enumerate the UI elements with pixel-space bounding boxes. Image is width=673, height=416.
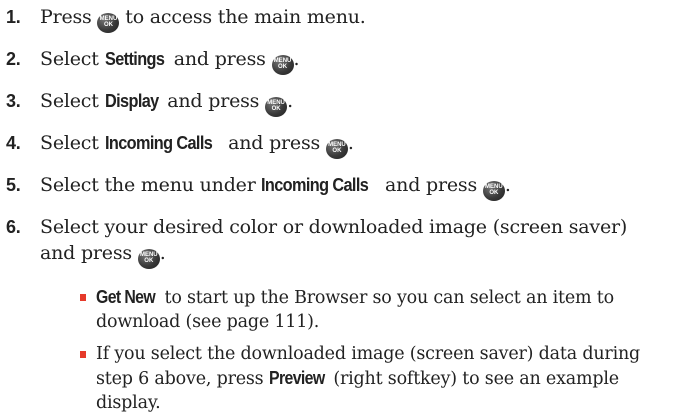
step-text: Press MENU OK to access the main menu. xyxy=(40,4,660,33)
step-text-post: . xyxy=(504,174,511,196)
bullet-text-body: to start up the Browser so you can selec… xyxy=(96,288,614,332)
menu-option-incoming-calls: Incoming Calls xyxy=(261,174,369,195)
step-number: 6. xyxy=(6,217,21,237)
bullet-text: If you select the downloaded image (scre… xyxy=(96,342,662,415)
softkey-preview: Preview xyxy=(268,368,325,388)
step-text: Select the menu under Incoming Calls and… xyxy=(40,172,660,201)
bullet-text: Get New to start up the Browser so you c… xyxy=(96,285,662,334)
menu-ok-key-icon: MENU OK xyxy=(97,12,120,33)
step-text: Select Incoming Calls and press MENU OK. xyxy=(40,130,660,159)
step-text-post: to access the main menu. xyxy=(119,6,366,28)
step-text-post: . xyxy=(287,90,293,112)
step-number: 1. xyxy=(6,7,21,27)
step-text: Select Settings and press MENU OK. xyxy=(40,46,660,75)
step-text-mid: and press xyxy=(161,90,266,112)
menu-ok-key-icon: MENU OK xyxy=(325,138,348,159)
menu-option-display: Display xyxy=(104,90,159,111)
menu-option-incoming-calls: Incoming Calls xyxy=(104,132,213,153)
step-text-pre: Press xyxy=(40,6,98,28)
step-text-line1: Select your desired color or downloaded … xyxy=(40,216,628,238)
step-text-mid: and press xyxy=(379,174,483,196)
step-text: Select Display and press MENU OK. xyxy=(40,88,660,117)
step-text-post: . xyxy=(293,48,300,70)
menu-ok-key-icon: MENU OK xyxy=(271,54,294,75)
step-number: 3. xyxy=(6,91,21,111)
step-text-mid: and press xyxy=(167,48,272,70)
step-number: 4. xyxy=(6,133,21,153)
instruction-page: 1. Press MENU OK to access the main menu.… xyxy=(0,0,673,416)
menu-ok-key-icon: MENU OK xyxy=(265,96,288,117)
menu-option-get-new: Get New xyxy=(96,287,156,307)
step-number: 2. xyxy=(6,49,21,69)
step-text: Select your desired color or downloaded … xyxy=(40,214,660,269)
step-text-pre: Select xyxy=(40,132,105,154)
step-text-pre: Select xyxy=(40,90,105,112)
step-text-post: . xyxy=(347,132,354,154)
step-text-pre: Select the menu under xyxy=(40,174,262,196)
red-square-bullet-icon xyxy=(80,294,86,301)
step-text-pre: Select xyxy=(40,48,105,70)
step-number: 5. xyxy=(6,175,21,195)
menu-ok-key-icon: MENU OK xyxy=(482,180,505,201)
red-square-bullet-icon xyxy=(80,351,86,358)
step-text-line2: and press xyxy=(40,242,138,264)
menu-ok-key-icon: MENU OK xyxy=(137,248,160,269)
menu-option-settings: Settings xyxy=(104,48,165,69)
step-text-mid: and press xyxy=(222,132,326,154)
step-text-post: . xyxy=(159,242,166,264)
